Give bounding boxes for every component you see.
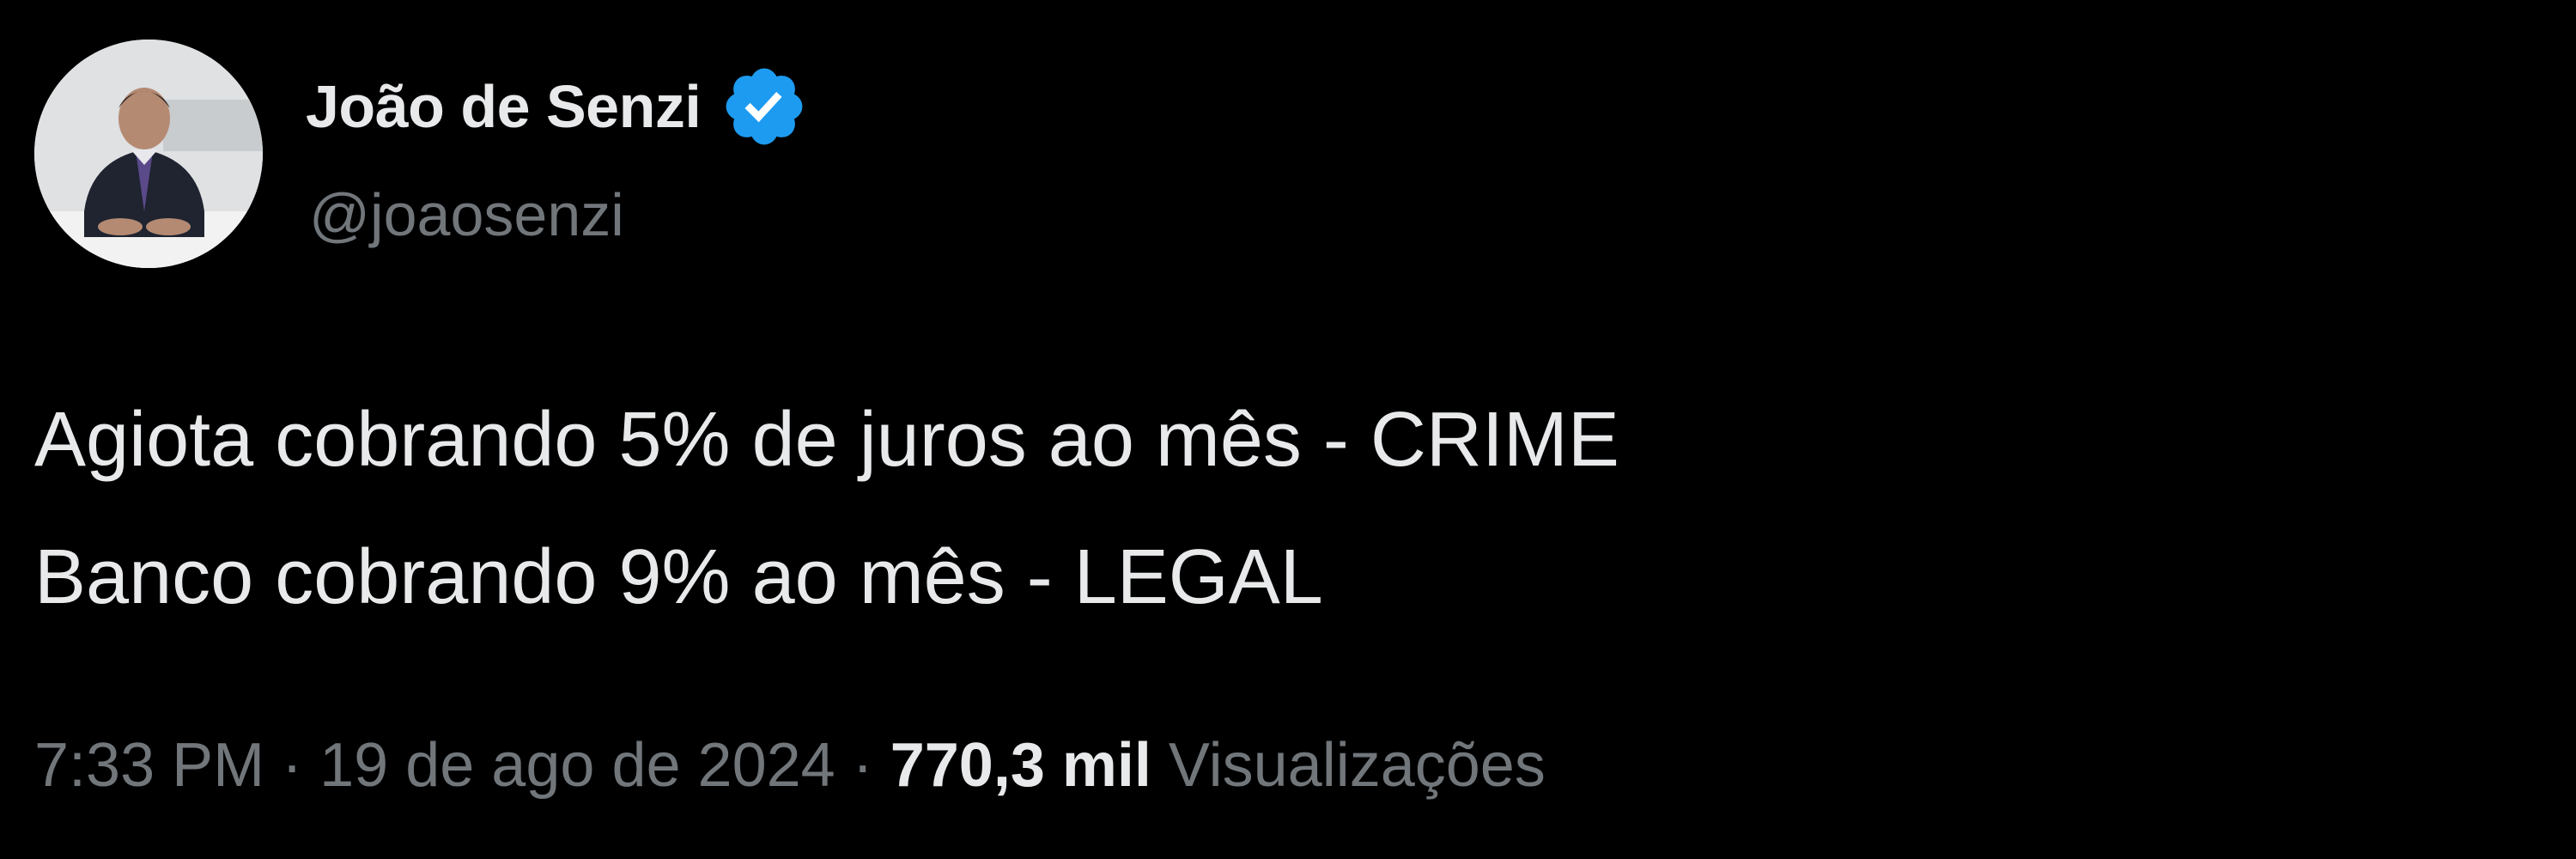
author-handle[interactable]: @joaosenzi xyxy=(309,180,624,249)
meta-separator: · xyxy=(264,731,320,800)
avatar-photo xyxy=(34,40,263,268)
tweet-text-line: Agiota cobrando 5% de juros ao mês - CRI… xyxy=(34,397,1619,483)
tweet-card: João de Senzi @joaosenzi Agiota cobrando… xyxy=(0,0,2576,859)
tweet-text: Agiota cobrando 5% de juros ao mês - CRI… xyxy=(34,371,1619,646)
verified-badge-icon[interactable] xyxy=(720,62,809,151)
views-label[interactable]: Visualizações xyxy=(1169,731,1546,800)
author-name-text[interactable]: João de Senzi xyxy=(306,72,702,141)
author-name[interactable]: João de Senzi xyxy=(306,62,809,151)
tweet-meta: 7:33 PM · 19 de ago de 2024 · 770,3 mil … xyxy=(34,730,1546,801)
author-avatar[interactable] xyxy=(34,40,263,268)
views-count[interactable]: 770,3 mil xyxy=(890,731,1151,800)
tweet-time[interactable]: 7:33 PM xyxy=(34,731,264,800)
meta-separator: · xyxy=(835,731,890,800)
tweet-date[interactable]: 19 de ago de 2024 xyxy=(319,731,835,800)
tweet-text-line: Banco cobrando 9% ao mês - LEGAL xyxy=(34,534,1323,620)
